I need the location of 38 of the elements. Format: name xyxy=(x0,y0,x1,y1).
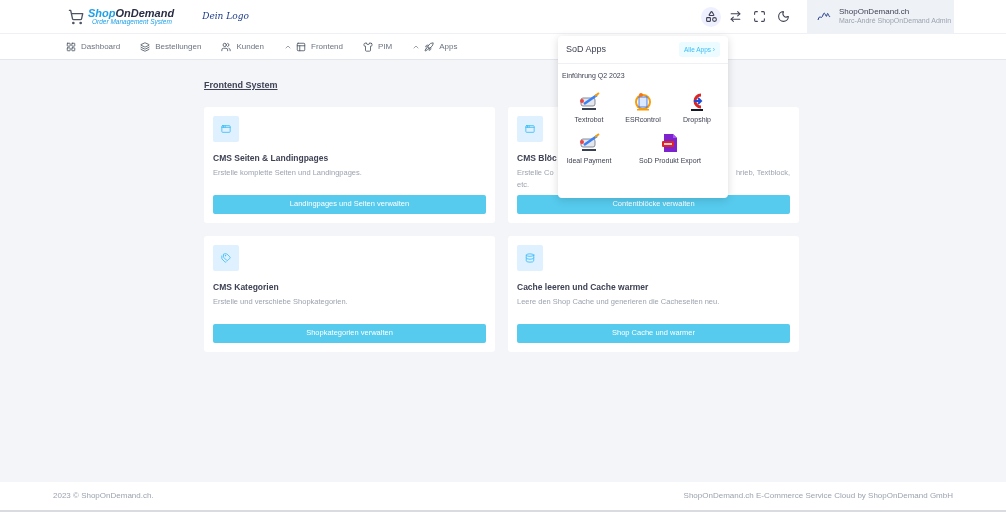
card-title: CMS Blöc xyxy=(517,151,557,165)
window-icon xyxy=(221,123,231,134)
card-title: Cache leeren und Cache warmer xyxy=(517,280,649,294)
nav-item[interactable]: Frontend xyxy=(296,40,344,53)
cart-icon xyxy=(68,8,84,25)
brand-name: ShopOnDemand xyxy=(88,7,175,19)
nav-item[interactable]: Bestellungen xyxy=(140,40,202,53)
users-icon xyxy=(221,41,232,52)
dropdown-title: SoD Apps xyxy=(566,42,607,56)
rocket-icon xyxy=(424,41,435,52)
window-icon xyxy=(525,123,535,134)
section-title[interactable]: Frontend System xyxy=(204,79,278,93)
grid-icon xyxy=(66,41,76,52)
nav-item[interactable]: Dashboard xyxy=(66,40,121,53)
csv-file-icon xyxy=(661,133,679,153)
moon-icon xyxy=(776,10,790,23)
layout-icon xyxy=(296,41,306,52)
copyright-text: 2023 © ShopOnDemand.ch. xyxy=(53,490,154,502)
nav-item[interactable]: Apps xyxy=(424,40,458,53)
robot-pen-icon xyxy=(578,133,600,153)
profile-name: ShopOnDemand.ch xyxy=(839,7,911,18)
nav-item[interactable]: PIM xyxy=(363,40,393,53)
secondary-logo: Dein Logo xyxy=(202,9,249,23)
apps-icon xyxy=(704,10,718,23)
document-seal-icon xyxy=(633,91,653,112)
arrows-icon xyxy=(728,10,742,23)
shirt-icon xyxy=(363,41,374,52)
card-title: CMS Kategorien xyxy=(213,280,279,294)
apps-button[interactable] xyxy=(701,6,721,27)
signature-icon xyxy=(817,11,831,22)
nav-item[interactable]: Kunden xyxy=(221,40,264,53)
layers-icon xyxy=(140,41,151,52)
fullscreen-icon xyxy=(752,10,766,23)
robot-pen-icon xyxy=(578,91,600,112)
database-icon xyxy=(525,252,535,263)
card-title: CMS Seiten & Landingpages xyxy=(213,151,329,165)
footer-credit: ShopOnDemand.ch E-Commerce Service Cloud by ShopOnDemand GmbH xyxy=(683,490,953,502)
tags-icon xyxy=(221,252,231,263)
